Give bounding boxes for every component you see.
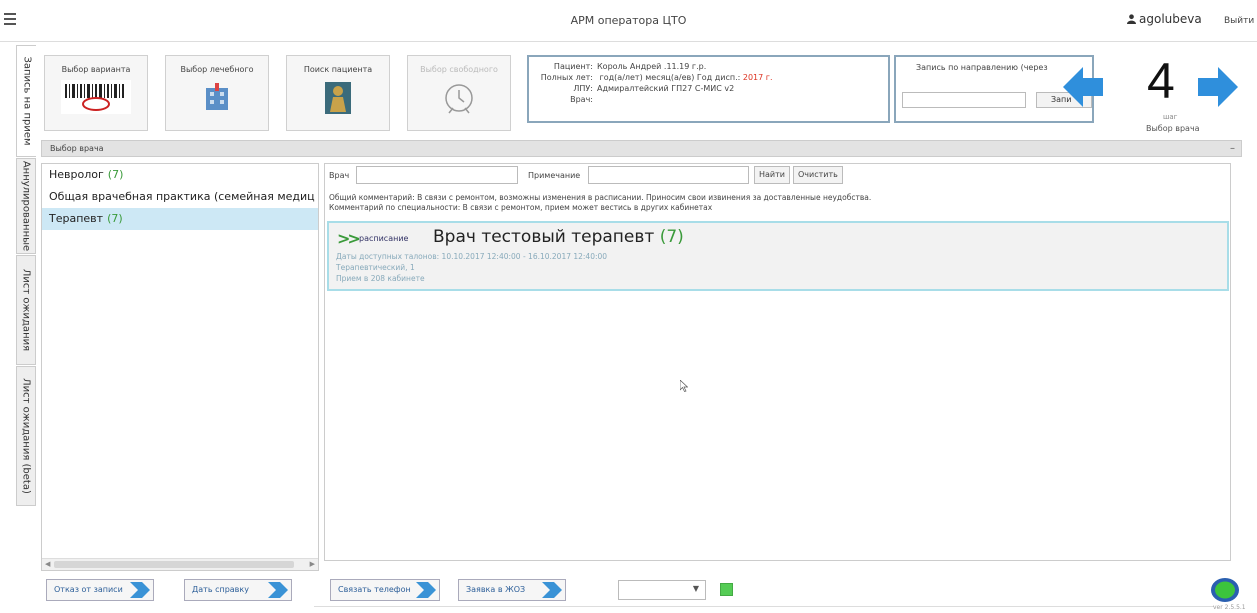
horizontal-scrollbar[interactable]: ◀ ▶ xyxy=(42,558,318,570)
mouse-cursor-icon xyxy=(680,380,688,392)
clock-icon xyxy=(445,84,473,114)
chevron-right-icon xyxy=(416,582,436,598)
chevron-right-icon xyxy=(268,582,288,598)
scrollbar-thumb[interactable] xyxy=(54,561,294,568)
direction-title: Запись по направлению (через xyxy=(916,63,1048,72)
hospital-icon xyxy=(206,83,228,110)
footer-divider xyxy=(314,606,1214,607)
step-word: шаг xyxy=(1163,113,1178,121)
specialty-item-therapist[interactable]: Терапевт (7) xyxy=(42,208,318,230)
select-facility-button[interactable]: Выбор лечебного xyxy=(165,55,269,131)
scroll-left-icon[interactable]: ◀ xyxy=(45,560,50,568)
doctor-filter-input[interactable] xyxy=(356,166,518,184)
specialty-item-neurologist[interactable]: Невролог (7) xyxy=(42,164,318,186)
doctor-selection-header: Выбор врача – xyxy=(41,140,1242,157)
specialty-list: Невролог (7) Общая врачебная практика (се… xyxy=(41,163,319,571)
step-number: 4 xyxy=(1147,53,1175,109)
step-caption: Выбор врача xyxy=(1146,124,1200,133)
patient-lpu: Адмиралтейский ГП27 С-МИС v2 xyxy=(597,84,735,93)
tab-waiting-list-beta[interactable]: Лист ожидания (beta) xyxy=(16,366,36,506)
specialty-comment: Комментарий по специальности: В связи с … xyxy=(329,203,713,212)
search-patient-button[interactable]: Поиск пациента xyxy=(286,55,390,131)
specialty-item-general-practice[interactable]: Общая врачебная практика (семейная медиц xyxy=(42,186,318,208)
patient-age: год(а/лет) месяц(а/ев) Год дисп.: xyxy=(597,73,741,82)
schedule-link[interactable]: расписание xyxy=(359,234,408,243)
forward-arrow-icon[interactable] xyxy=(1196,62,1240,112)
statue-icon xyxy=(325,82,351,114)
user-menu[interactable]: agolubeva xyxy=(1127,12,1202,26)
doctor-card[interactable]: >> расписание Врач тестовый терапевт (7)… xyxy=(327,221,1229,291)
tab-cancelled[interactable]: Аннулированные xyxy=(16,158,36,254)
disp-year: 2017 г. xyxy=(742,73,773,82)
back-arrow-icon[interactable] xyxy=(1061,62,1105,112)
logout-link[interactable]: Выйти xyxy=(1224,16,1254,26)
cancel-appointment-button[interactable]: Отказ от записи xyxy=(46,579,154,601)
user-icon xyxy=(1127,14,1136,24)
general-comment: Общий комментарий: В связи с ремонтом, в… xyxy=(329,193,872,202)
zhoz-request-button[interactable]: Заявка в ЖОЗ xyxy=(458,579,566,601)
patient-name: Король Андрей .11.19 г.р. xyxy=(597,62,707,71)
direction-input[interactable] xyxy=(902,92,1026,108)
chevron-right-icon xyxy=(542,582,562,598)
patient-info: Пациент: Король Андрей .11.19 г.р. Полных… xyxy=(527,55,890,123)
version-label: ver 2.5.5.1 xyxy=(1213,604,1246,611)
dropdown-arrow-icon: ▼ xyxy=(692,584,699,593)
find-button[interactable]: Найти xyxy=(754,166,790,184)
select-variant-button[interactable]: Выбор варианта xyxy=(44,55,148,131)
doctor-filter-label: Врач xyxy=(329,171,350,180)
double-chevron-icon: >> xyxy=(337,229,361,248)
app-title: АРМ оператора ЦТО xyxy=(570,14,687,27)
status-indicator-icon xyxy=(1211,578,1239,602)
tab-appointment[interactable]: Запись на прием xyxy=(16,45,36,157)
doctor-department: Терапевтический, 1 xyxy=(336,263,415,272)
note-filter-input[interactable] xyxy=(588,166,749,184)
username: agolubeva xyxy=(1139,12,1202,26)
clear-button[interactable]: Очистить xyxy=(793,166,843,184)
doctor-room: Прием в 208 кабинете xyxy=(336,274,425,283)
confirm-icon[interactable] xyxy=(720,583,733,596)
note-filter-label: Примечание xyxy=(528,171,581,180)
top-bar: АРМ оператора ЦТО agolubeva Выйти xyxy=(0,0,1257,42)
give-certificate-button[interactable]: Дать справку xyxy=(184,579,292,601)
select-free-button[interactable]: Выбор свободного xyxy=(407,55,511,131)
doctor-panel: Врач Примечание Найти Очистить Общий ком… xyxy=(324,163,1231,561)
tab-waiting-list[interactable]: Лист ожидания xyxy=(16,255,36,365)
panel-title: Выбор врача xyxy=(50,144,104,153)
doctor-name: Врач тестовый терапевт (7) xyxy=(433,227,684,247)
side-tabs: Запись на прием Аннулированные Лист ожид… xyxy=(16,45,36,600)
available-dates: Даты доступных талонов: 10.10.2017 12:40… xyxy=(336,252,608,261)
doctor-filters: Врач Примечание Найти Очистить xyxy=(325,164,1230,190)
scroll-right-icon[interactable]: ▶ xyxy=(310,560,315,568)
chevron-right-icon xyxy=(130,582,150,598)
barcode-icon xyxy=(61,80,131,114)
collapse-icon[interactable]: – xyxy=(1230,143,1235,154)
comments: Общий комментарий: В связи с ремонтом, в… xyxy=(329,193,871,213)
link-phone-button[interactable]: Связать телефон xyxy=(330,579,440,601)
action-select[interactable]: ▼ xyxy=(618,580,706,600)
